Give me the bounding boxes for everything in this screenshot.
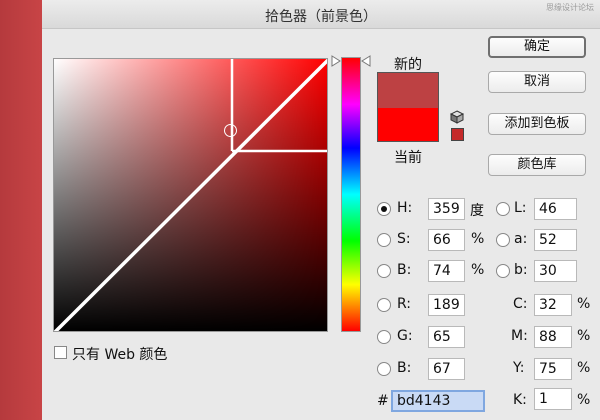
radio-b-rgb[interactable] [377,362,391,376]
input-m[interactable]: 88 [534,326,572,348]
label-a: a: [514,231,528,247]
radio-b-lab[interactable] [496,264,510,278]
radio-s[interactable] [377,233,391,247]
input-y[interactable]: 75 [534,358,572,380]
hue-slider[interactable] [341,57,361,332]
label-k: K: [513,392,527,408]
3d-cube-icon[interactable] [450,110,464,124]
input-h[interactable]: 359 [428,198,465,220]
label-b-lab: b: [514,262,528,278]
unit-k: % [577,392,591,408]
color-field[interactable] [53,58,328,332]
field-guide-lines [54,59,327,331]
color-libraries-button[interactable]: 颜色库 [488,154,586,176]
watermark-text: 思缘设计论坛 [546,3,594,12]
radio-h[interactable] [377,202,391,216]
label-l: L: [514,200,527,216]
unit-b-hsb: % [471,262,485,278]
radio-r[interactable] [377,298,391,312]
unit-y: % [577,360,591,376]
current-color-swatch[interactable] [378,108,438,141]
web-only-label[interactable]: 只有 Web 颜色 [72,344,167,364]
hex-input[interactable]: bd4143 [391,390,485,412]
input-b-hsb[interactable]: 74 [428,260,465,282]
label-r: R: [397,296,412,312]
input-l[interactable]: 46 [534,198,577,220]
radio-a[interactable] [496,233,510,247]
label-b-rgb: B: [397,360,412,376]
color-field-marker[interactable] [224,124,237,137]
label-y: Y: [513,360,525,376]
hex-label: # [377,393,389,409]
color-picker-dialog: 拾色器（前景色） 思缘设计论坛 新的 当前 确定 取消 添加到色板 颜色库 H:… [42,0,600,420]
input-s[interactable]: 66 [428,229,465,251]
background-canvas-strip [0,0,42,420]
input-g[interactable]: 65 [428,326,465,348]
triangle-arrow-icon [331,55,341,67]
unit-m: % [577,328,591,344]
input-b-lab[interactable]: 30 [534,260,577,282]
cancel-button[interactable]: 取消 [488,71,586,93]
label-b-hsb: B: [397,262,412,278]
unit-h: 度 [470,203,484,219]
input-k[interactable]: 1 [534,388,572,410]
radio-l[interactable] [496,202,510,216]
input-c[interactable]: 32 [534,294,572,316]
new-color-swatch [378,73,438,108]
triangle-arrow-icon [361,55,371,67]
input-a[interactable]: 52 [534,229,577,251]
input-r[interactable]: 189 [428,294,465,316]
unit-c: % [577,296,591,312]
radio-b-hsb[interactable] [377,264,391,278]
ok-button[interactable]: 确定 [488,36,586,58]
label-g: G: [397,328,413,344]
input-b-rgb[interactable]: 67 [428,358,465,380]
web-only-checkbox[interactable] [54,346,67,359]
new-color-label: 新的 [394,57,422,73]
radio-g[interactable] [377,330,391,344]
unit-s: % [471,231,485,247]
label-m: M: [511,328,528,344]
label-c: C: [513,296,528,312]
label-s: S: [397,231,411,247]
title-bar[interactable]: 拾色器（前景色） 思缘设计论坛 [42,0,600,29]
hue-slider-arrows[interactable] [330,55,372,67]
dialog-title: 拾色器（前景色） [265,9,377,25]
label-h: H: [397,200,413,216]
color-preview [377,72,439,142]
add-to-swatches-button[interactable]: 添加到色板 [488,113,586,135]
color-swatch-icon[interactable] [451,128,464,141]
current-color-label: 当前 [394,150,422,166]
